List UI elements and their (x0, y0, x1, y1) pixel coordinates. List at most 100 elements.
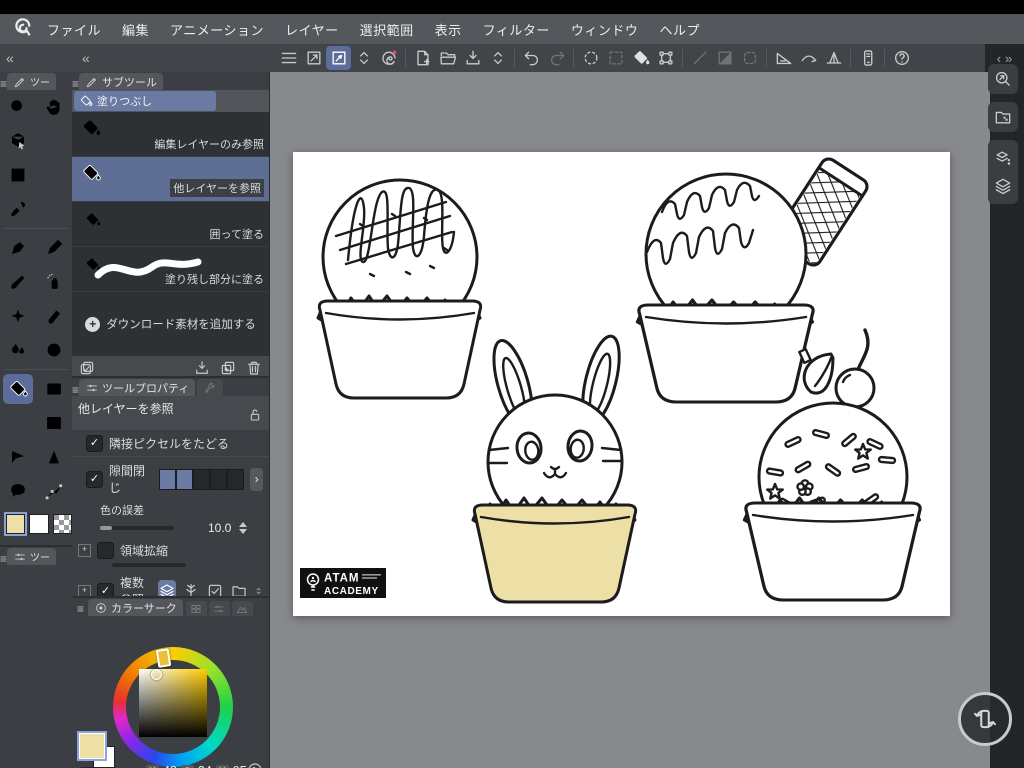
edit-mode-button[interactable] (326, 46, 351, 70)
menu-animation[interactable]: アニメーション (170, 20, 264, 39)
fill-tool[interactable] (3, 374, 33, 404)
correct-line-tool[interactable] (39, 476, 69, 506)
tool-property-tab[interactable]: ツールプロパティ (79, 379, 195, 396)
close-gap-segments[interactable] (159, 469, 244, 490)
artboard[interactable]: ATAM ACADEMY (293, 152, 950, 616)
adjacent-pixels-checkbox[interactable] (86, 435, 103, 452)
duplicate-subtool-icon[interactable] (219, 359, 237, 377)
fill-button[interactable] (628, 46, 653, 70)
zoom-tool[interactable] (3, 92, 33, 122)
close-gap-checkbox[interactable] (86, 471, 103, 488)
saturation-value-square[interactable] (139, 669, 207, 737)
brush-tool[interactable] (3, 267, 33, 297)
tool-panel-tab[interactable]: ツー (7, 73, 56, 90)
decoration-tool[interactable] (3, 301, 33, 331)
frame-border-tool[interactable] (39, 408, 69, 438)
blend-tool[interactable] (3, 335, 33, 365)
tool-panel-menu-icon[interactable]: ≡ (0, 78, 7, 90)
subtool-panel-tab[interactable]: サブツール (79, 73, 163, 90)
window-scale-button[interactable] (301, 46, 326, 70)
switch-color-mode-icon[interactable] (246, 761, 264, 768)
color-slider-tab[interactable] (209, 601, 230, 616)
menu-file[interactable]: ファイル (47, 20, 101, 39)
close-gap-expand-button[interactable]: › (250, 468, 263, 491)
menu-selection[interactable]: 選択範囲 (360, 20, 414, 39)
clip-studio-logo-icon[interactable] (12, 17, 34, 39)
snap-to-special-ruler-button[interactable] (796, 46, 821, 70)
pen-tool[interactable] (3, 233, 33, 263)
approx-color-tab[interactable] (232, 601, 253, 616)
layer-property-button[interactable] (993, 148, 1013, 168)
object-tool[interactable] (3, 126, 33, 156)
collapse-left-panel-icon[interactable]: « (6, 44, 14, 72)
deselect-button[interactable] (578, 46, 603, 70)
save-options-chevrons[interactable] (485, 46, 510, 70)
transparent-color-swatch[interactable] (53, 514, 72, 534)
hand-tool[interactable] (39, 92, 69, 122)
subtool-panel-menu-icon[interactable]: ≡ (72, 78, 79, 90)
redo-button[interactable] (544, 46, 569, 70)
clear-outside-selection-button[interactable] (712, 46, 737, 70)
new-file-button[interactable] (410, 46, 435, 70)
subtool-item-enclose-and-fill[interactable]: 囲って塗る (72, 202, 269, 247)
main-menu-button[interactable] (276, 46, 301, 70)
clip-studio-assets-button[interactable] (376, 46, 401, 70)
auto-select-tool[interactable] (39, 160, 69, 190)
color-margin-slider[interactable] (100, 526, 174, 530)
color-panel-menu-icon[interactable]: ≡ (77, 603, 84, 615)
brush-detail-tab[interactable] (197, 379, 223, 396)
menu-window[interactable]: ウィンドウ (571, 20, 639, 39)
cupcake-drizzle-drawing[interactable] (318, 180, 481, 398)
delete-subtool-icon[interactable] (245, 359, 263, 377)
collapse-subtool-panel-icon[interactable]: « (82, 44, 90, 72)
invert-selection-button[interactable] (603, 46, 628, 70)
snap-to-grid-button[interactable] (821, 46, 846, 70)
move-layer-tool[interactable] (39, 126, 69, 156)
main-color-swatch[interactable] (6, 514, 25, 534)
menu-layer[interactable]: レイヤー (285, 20, 339, 39)
menu-help[interactable]: ヘルプ (659, 20, 700, 39)
help-button[interactable] (889, 46, 914, 70)
subtool-item-refer-editing-layer[interactable]: 編集レイヤーのみ参照 (72, 112, 269, 157)
cupcake-wafer-drawing[interactable] (637, 156, 870, 402)
import-subtool-icon[interactable] (193, 359, 211, 377)
open-file-button[interactable] (435, 46, 460, 70)
add-download-material-button[interactable]: + ダウンロード素材を追加する (72, 292, 269, 356)
balloon-tool[interactable] (3, 476, 33, 506)
pencil-tool[interactable] (39, 233, 69, 263)
quick-access-button[interactable] (988, 64, 1018, 94)
snap-to-ruler-button[interactable] (771, 46, 796, 70)
cupcake-bunny-drawing[interactable] (473, 333, 636, 602)
sv-selector[interactable] (151, 669, 162, 680)
eraser-tool[interactable] (39, 301, 69, 331)
color-set-tab[interactable] (186, 601, 207, 616)
brush-panel-tab[interactable]: ツー (7, 548, 56, 565)
polyline-tool[interactable] (3, 442, 33, 472)
gradient-tool[interactable] (39, 374, 69, 404)
color-panel-main-swatch[interactable] (79, 733, 105, 759)
multi-select-icon[interactable] (78, 359, 96, 377)
scale-rotate-button[interactable] (653, 46, 678, 70)
menu-view[interactable]: 表示 (435, 20, 462, 39)
companion-mode-button[interactable] (855, 46, 880, 70)
airbrush-tool[interactable] (39, 267, 69, 297)
area-scaling-slider[interactable] (112, 563, 186, 567)
rotate-canvas-button[interactable] (958, 692, 1012, 746)
eyedropper-tool[interactable] (3, 194, 33, 224)
subtool-item-paint-unfilled-area[interactable]: 塗り残し部分に塗る (72, 247, 269, 292)
sub-color-swatch[interactable] (29, 514, 48, 534)
figure-tool[interactable] (3, 408, 33, 438)
mode-switch-chevrons[interactable] (351, 46, 376, 70)
material-panel-button[interactable] (988, 102, 1018, 132)
clear-button[interactable] (687, 46, 712, 70)
hue-ring-selector[interactable] (156, 648, 172, 668)
color-wheel-tab[interactable]: カラーサーク (88, 599, 183, 616)
brush-panel-menu-icon[interactable]: ≡ (0, 553, 7, 565)
area-scaling-checkbox[interactable] (97, 542, 114, 559)
save-button[interactable] (460, 46, 485, 70)
unlock-icon[interactable] (247, 407, 263, 428)
tool-property-menu-icon[interactable]: ≡ (72, 384, 79, 396)
area-scaling-expand-icon[interactable]: + (78, 544, 91, 557)
menu-edit[interactable]: 編集 (122, 20, 149, 39)
selection-border-button[interactable] (737, 46, 762, 70)
